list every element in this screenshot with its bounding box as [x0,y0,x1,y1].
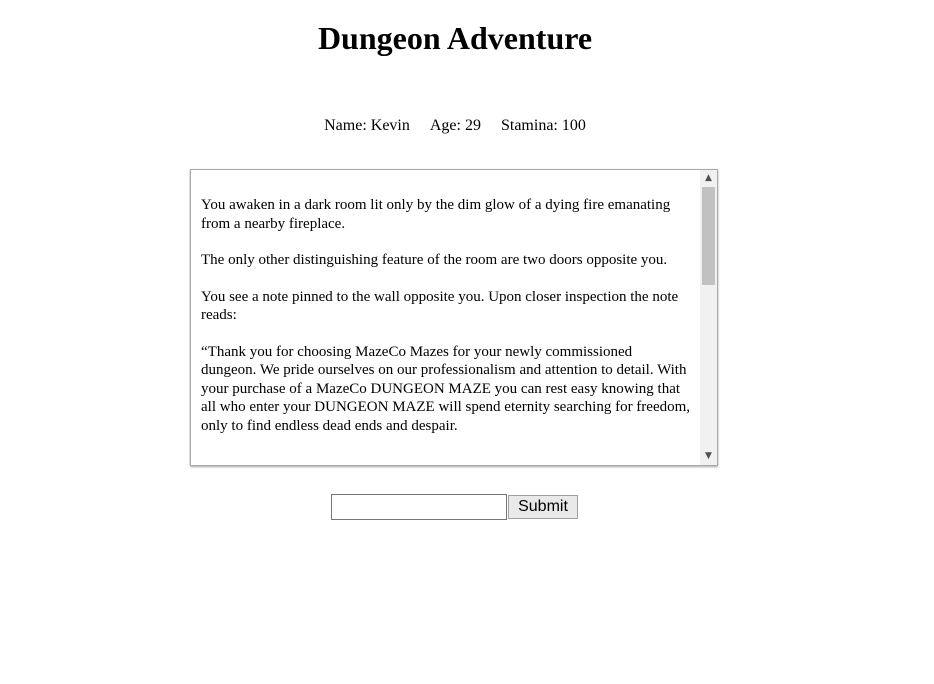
story-textarea[interactable]: You awaken in a dark room lit only by th… [190,169,718,466]
player-stats: Name: Kevin Age: 29 Stamina: 100 [0,116,910,135]
submit-button[interactable]: Submit [508,495,578,519]
story-paragraph: “Thank you for choosing MazeCo Mazes for… [201,343,691,434]
chevron-up-icon[interactable]: ▲ [700,170,717,187]
scrollbar-thumb[interactable] [702,187,715,285]
chevron-down-icon[interactable]: ▼ [700,448,717,465]
player-age: Age: 29 [429,117,481,134]
player-stamina: Stamina: 100 [500,117,586,134]
page-title: Dungeon Adventure [317,20,593,56]
story-paragraph: You see a note pinned to the wall opposi… [201,288,679,324]
player-name: Name: Kevin [324,117,410,134]
story-scrollbar[interactable]: ▲ ▼ [700,170,717,465]
story-paragraph: The only other distinguishing feature of… [201,252,668,268]
story-content: You awaken in a dark room lit only by th… [201,178,691,453]
story-paragraph: You awaken in a dark room lit only by th… [201,197,671,232]
command-input[interactable] [331,494,507,520]
